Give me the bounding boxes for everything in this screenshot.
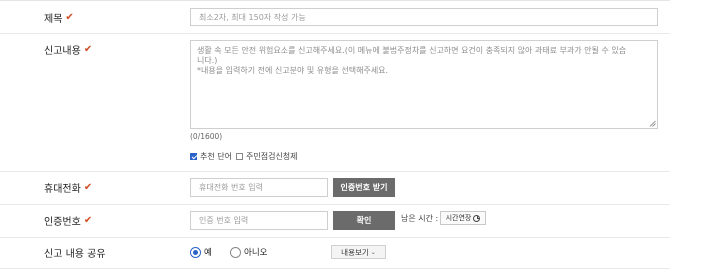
phone-label: 휴대전화 ✔ xyxy=(44,180,92,195)
content-label-text: 신고내용 xyxy=(44,46,81,57)
view-content-button[interactable]: 내용보기 ⌄ xyxy=(331,245,386,259)
phone-label-text: 휴대전화 xyxy=(44,184,81,195)
code-label: 인증번호 ✔ xyxy=(44,213,92,228)
char-counter: (0/1600) xyxy=(190,132,223,141)
row-divider xyxy=(0,33,670,34)
confirm-code-button[interactable]: 확인 xyxy=(333,211,395,230)
content-textarea[interactable]: 생활 속 모든 안전 위험요소를 신고해주세요.(이 메뉴에 불법주정차를 신고… xyxy=(190,40,658,129)
share-label: 신고 내용 공유 xyxy=(44,245,106,260)
phone-input[interactable]: 휴대전화 번호 입력 xyxy=(190,178,328,197)
checkbox-label: 주민점검신청제 xyxy=(246,152,298,161)
view-content-button-label: 내용보기 xyxy=(341,247,369,257)
checkbox-unchecked-icon[interactable] xyxy=(236,153,243,160)
top-divider xyxy=(0,0,670,1)
code-input[interactable]: 인증 번호 입력 xyxy=(190,211,328,230)
remaining-time-label: 남은 시간 : xyxy=(401,214,439,223)
send-code-button-label: 인증번호 받기 xyxy=(340,183,388,192)
row-divider xyxy=(0,237,670,238)
checkbox-label: 추천 단어 xyxy=(200,152,232,161)
phone-input-placeholder: 휴대전화 번호 입력 xyxy=(199,183,263,192)
row-divider xyxy=(0,268,670,269)
required-check-icon: ✔ xyxy=(83,182,93,193)
title-input[interactable]: 최소2자, 최대 150자 작성 가능 xyxy=(190,8,658,26)
code-input-placeholder: 인증 번호 입력 xyxy=(199,216,249,225)
row-divider xyxy=(0,204,670,205)
content-placeholder-line: 니다.) xyxy=(197,56,218,65)
content-label: 신고내용 ✔ xyxy=(44,42,92,57)
extend-time-button[interactable]: 시간연장 xyxy=(440,211,486,225)
checkbox-checked-icon[interactable] xyxy=(190,153,197,160)
content-placeholder-line: 생활 속 모든 안전 위험요소를 신고해주세요.(이 메뉴에 불법주정차를 신고… xyxy=(197,46,627,55)
radio-label: 아니오 xyxy=(244,248,268,258)
radio-selected-icon[interactable] xyxy=(190,246,201,258)
clock-icon xyxy=(473,214,481,222)
confirm-code-button-label: 확인 xyxy=(356,216,372,225)
share-no-radio[interactable]: 아니오 xyxy=(230,246,267,258)
required-check-icon: ✔ xyxy=(83,44,93,55)
recommend-word-checkbox[interactable]: 추천 단어 xyxy=(190,151,232,162)
title-input-placeholder: 최소2자, 최대 150자 작성 가능 xyxy=(199,12,306,22)
content-placeholder-line: *내용을 입력하기 전에 신고분야 및 유형을 선택해주세요. xyxy=(197,66,389,75)
extend-time-button-label: 시간연장 xyxy=(445,214,472,222)
code-label-text: 인증번호 xyxy=(44,217,81,228)
required-check-icon: ✔ xyxy=(83,215,93,226)
radio-label: 예 xyxy=(204,248,212,258)
title-label: 제목 ✔ xyxy=(44,10,74,25)
chevron-down-icon: ⌄ xyxy=(370,248,376,256)
share-yes-radio[interactable]: 예 xyxy=(190,246,212,258)
resize-handle-icon[interactable] xyxy=(649,120,656,127)
row-divider xyxy=(0,171,670,172)
required-check-icon: ✔ xyxy=(65,12,74,23)
send-code-button[interactable]: 인증번호 받기 xyxy=(333,178,395,197)
radio-unselected-icon[interactable] xyxy=(230,246,241,258)
title-label-text: 제목 xyxy=(44,14,63,25)
share-label-text: 신고 내용 공유 xyxy=(44,249,106,260)
resident-inspection-checkbox[interactable]: 주민점검신청제 xyxy=(236,151,298,162)
